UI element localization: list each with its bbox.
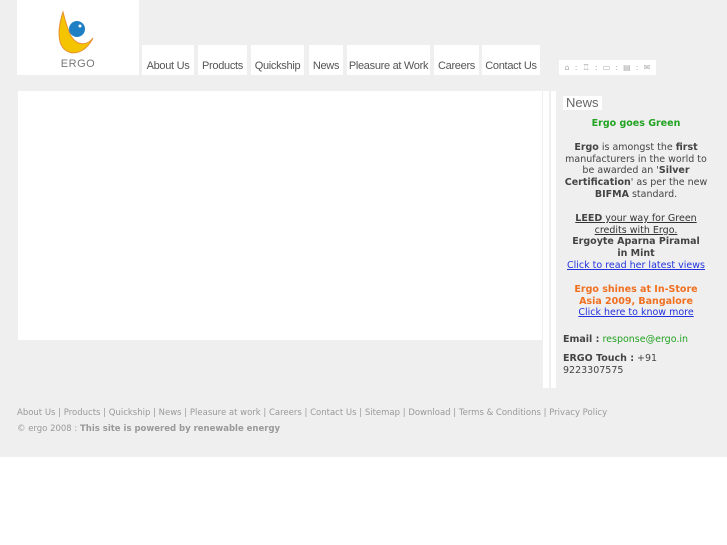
divider	[551, 91, 556, 388]
print-icon[interactable]: ▤	[623, 63, 631, 72]
copyright: © ergo 2008 : This site is powered by re…	[17, 424, 281, 434]
separator: |	[540, 408, 550, 418]
news-headline: Ergo shines at In-Store Asia 2009, Banga…	[574, 283, 698, 307]
footer-link[interactable]: Terms & Conditions	[459, 408, 541, 418]
news-heading: News	[563, 96, 602, 110]
read-views-link[interactable]: Click to read her latest views	[567, 260, 705, 271]
leed-link[interactable]: LEED your way for Green credits with Erg…	[560, 213, 712, 237]
utility-icons: ⌂: ♖: ▭: ▤: ✉	[559, 60, 656, 75]
contact-info: Email : response@ergo.in ERGO Touch : +9…	[563, 334, 689, 376]
mail-icon[interactable]: ✉	[644, 63, 651, 72]
footer-links: About Us | Products | Quickship | News |…	[17, 408, 607, 418]
nav-contact-us[interactable]: Contact Us	[482, 45, 540, 75]
know-more-link[interactable]: Click here to know more	[578, 307, 693, 318]
email-link[interactable]: response@ergo.in	[602, 334, 688, 345]
separator: |	[301, 408, 311, 418]
ergo-logo[interactable]: ERGO	[17, 0, 139, 75]
divider	[543, 91, 549, 388]
news-paragraph: Ergo is amongst the first manufacturers …	[564, 141, 708, 200]
nav-about-us[interactable]: About Us	[142, 45, 194, 75]
footer-link[interactable]: News	[159, 408, 182, 418]
footer-link[interactable]: Quickship	[109, 408, 151, 418]
main-content-panel	[18, 91, 542, 340]
footer-link[interactable]: About Us	[17, 408, 55, 418]
footer-link[interactable]: Download	[408, 408, 450, 418]
separator: |	[150, 408, 159, 418]
separator: |	[260, 408, 269, 418]
separator: |	[450, 408, 459, 418]
footer-link[interactable]: Products	[64, 408, 101, 418]
footer-link[interactable]: Contact Us	[310, 408, 356, 418]
separator: |	[100, 408, 109, 418]
footer-link[interactable]: Privacy Policy	[549, 408, 607, 418]
logo-mark-icon	[58, 10, 94, 54]
separator: |	[181, 408, 190, 418]
sitemap-icon[interactable]: ♖	[583, 63, 590, 72]
separator: |	[55, 408, 64, 418]
separator: |	[356, 408, 365, 418]
download-icon[interactable]: ▭	[603, 63, 611, 72]
footer-link[interactable]: Careers	[269, 408, 302, 418]
news-headline: Ergo goes Green	[591, 118, 681, 129]
nav-careers[interactable]: Careers	[434, 45, 479, 75]
footer-link[interactable]: Sitemap	[365, 408, 400, 418]
nav-quickship[interactable]: Quickship	[251, 45, 304, 75]
nav-pleasure-at-work[interactable]: Pleasure at Work	[347, 45, 430, 75]
home-icon[interactable]: ⌂	[565, 63, 570, 72]
news-headline: Ergoyte Aparna Piramal in Mint	[572, 236, 700, 260]
footer-link[interactable]: Pleasure at work	[190, 408, 261, 418]
nav-news[interactable]: News	[309, 45, 343, 75]
news-panel: Ergo goes Green Ergo is amongst the firs…	[560, 118, 712, 319]
nav-products[interactable]: Products	[198, 45, 247, 75]
